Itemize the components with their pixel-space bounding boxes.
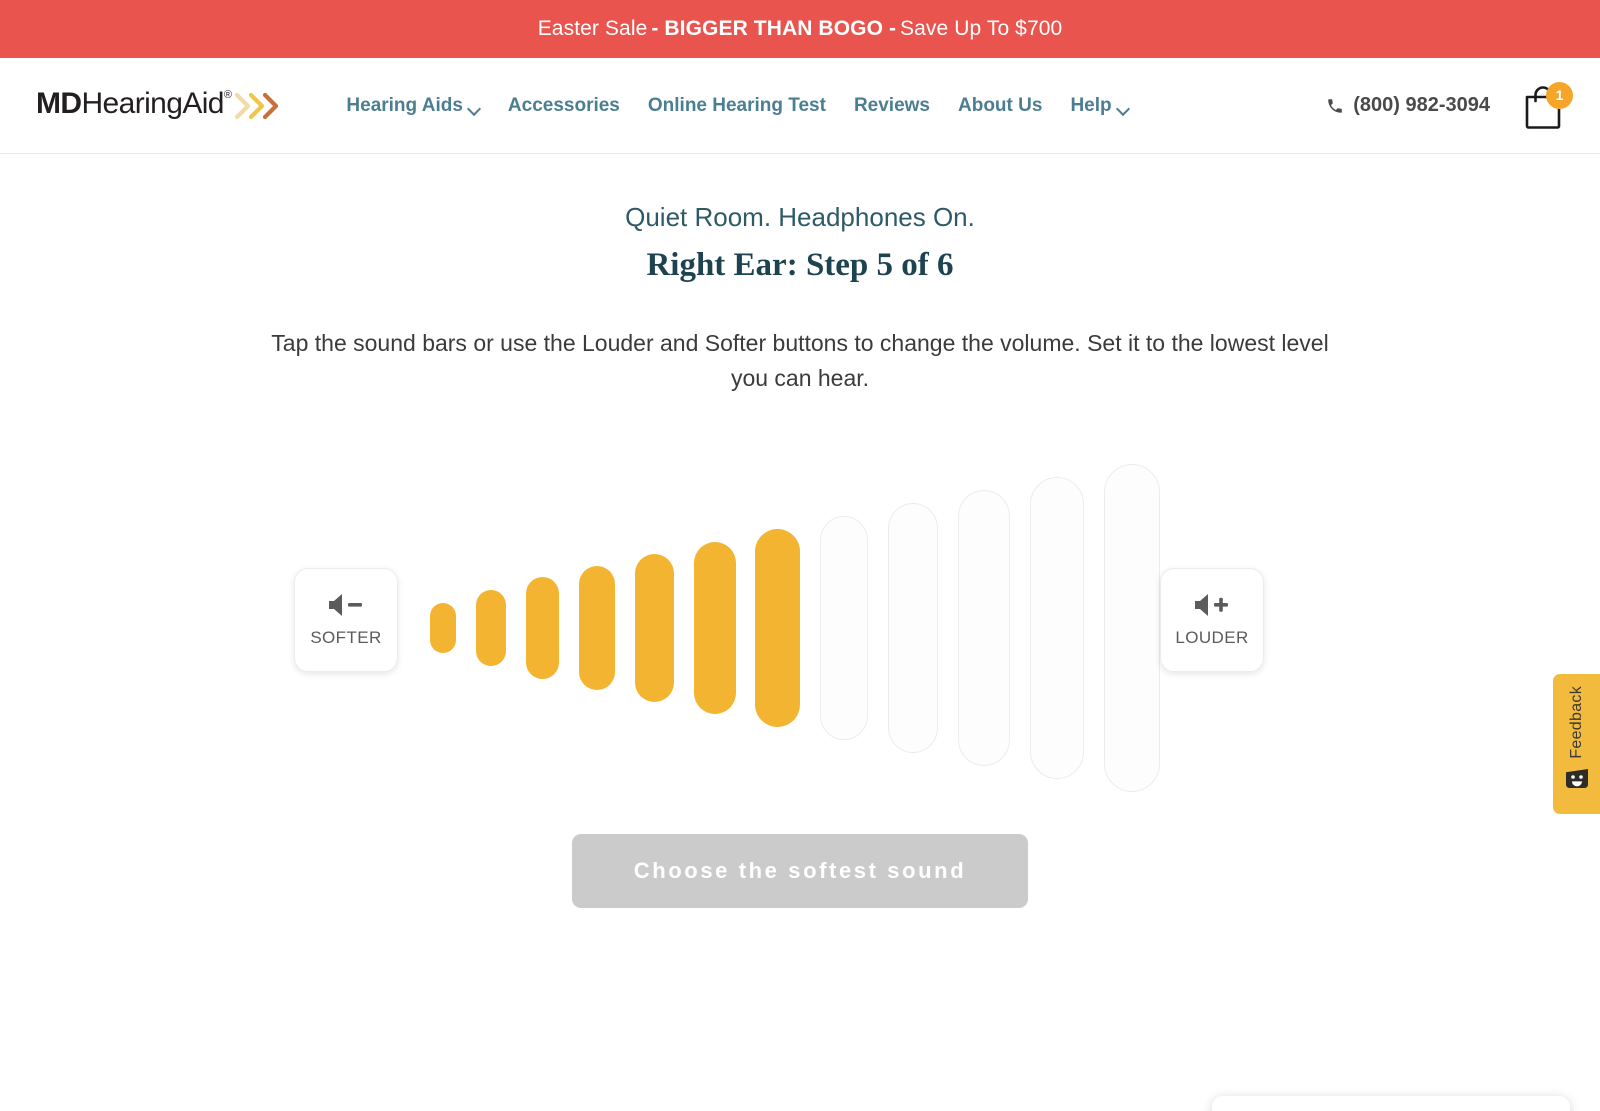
nav-label: Hearing Aids <box>346 94 463 116</box>
promo-lead: Easter Sale <box>537 17 648 40</box>
sound-bar-11[interactable] <box>1030 476 1085 779</box>
promo-highlight: - BIGGER THAN BOGO - <box>651 17 897 40</box>
louder-button-label: LOUDER <box>1175 628 1249 648</box>
main-navigation: Hearing Aids Accessories Online Hearing … <box>346 95 1128 117</box>
nav-label: Online Hearing Test <box>647 94 826 116</box>
nav-label: Accessories <box>507 94 620 116</box>
sound-bar-4[interactable] <box>578 565 615 690</box>
volume-down-icon <box>329 594 362 617</box>
feedback-tab-label: Feedback <box>1567 686 1585 759</box>
sound-bar-5[interactable] <box>634 553 674 702</box>
nav-item-reviews[interactable]: Reviews <box>854 95 930 117</box>
choose-softest-sound-button[interactable]: Choose the softest sound <box>571 833 1029 908</box>
volume-up-icon <box>1195 594 1228 617</box>
logo-wordmark: MD HearingAid ® <box>36 87 232 120</box>
nav-label: Help <box>1070 94 1112 116</box>
test-instructions: Tap the sound bars or use the Louder and… <box>271 330 1329 391</box>
site-logo[interactable]: MD HearingAid ® <box>36 89 280 122</box>
nav-label: About Us <box>958 94 1043 116</box>
phone-link[interactable]: (800) 982-3094 <box>1326 94 1490 117</box>
sound-bar-8[interactable] <box>820 515 869 740</box>
softer-button-label: SOFTER <box>310 628 382 648</box>
nav-item-about-us[interactable]: About Us <box>958 95 1042 117</box>
page-title: Right Ear: Step 5 of 6 <box>646 247 954 283</box>
cta-wrapper: Choose the softest sound <box>0 833 1600 908</box>
volume-control-row: SOFTER LOUDER <box>0 418 1600 838</box>
sound-bar-12[interactable] <box>1103 463 1160 792</box>
cart-count-badge: 1 <box>1546 81 1573 109</box>
sound-bar-2[interactable] <box>475 589 506 666</box>
logo-chevron-icon <box>235 92 279 120</box>
nav-item-help[interactable]: Help <box>1070 95 1128 117</box>
nav-item-accessories[interactable]: Accessories <box>508 95 620 117</box>
softer-button[interactable]: SOFTER <box>294 567 398 672</box>
logo-rest-text: HearingAid <box>81 87 224 120</box>
test-subhead: Quiet Room. Headphones On. <box>625 202 975 232</box>
louder-button[interactable]: LOUDER <box>1160 567 1264 672</box>
sound-bar-6[interactable] <box>693 541 736 714</box>
chat-message-bubble[interactable]: Hi. Sorry to interrupt you, but I'm here… <box>1212 1096 1570 1111</box>
logo-registered-mark: ® <box>223 89 232 101</box>
nav-item-online-hearing-test[interactable]: Online Hearing Test <box>648 95 826 117</box>
logo-md-text: MD <box>36 87 82 120</box>
sound-bars <box>430 418 1160 838</box>
sound-bar-7[interactable] <box>755 528 801 727</box>
feedback-tab[interactable]: Feedback <box>1553 674 1600 814</box>
sound-bar-10[interactable] <box>958 489 1011 766</box>
smiley-face-icon <box>1565 768 1588 788</box>
cart-button[interactable]: 1 <box>1520 81 1573 130</box>
chevron-down-icon <box>469 104 480 111</box>
phone-number: (800) 982-3094 <box>1353 94 1490 116</box>
site-header: MD HearingAid ® Hearing Aids Accessories… <box>0 58 1600 154</box>
promo-trail: Save Up To $700 <box>900 17 1063 40</box>
sound-bar-9[interactable] <box>888 502 939 753</box>
chevron-down-icon <box>1118 104 1129 111</box>
sound-bar-3[interactable] <box>525 576 559 679</box>
header-right: (800) 982-3094 1 <box>1326 81 1573 130</box>
hearing-test-main: Quiet Room. Headphones On. Right Ear: St… <box>0 202 1600 1111</box>
nav-label: Reviews <box>853 94 930 116</box>
sound-bar-1[interactable] <box>430 602 456 653</box>
phone-icon <box>1328 98 1343 113</box>
promo-banner[interactable]: Easter Sale - BIGGER THAN BOGO - Save Up… <box>0 0 1600 58</box>
nav-item-hearing-aids[interactable]: Hearing Aids <box>346 95 480 117</box>
